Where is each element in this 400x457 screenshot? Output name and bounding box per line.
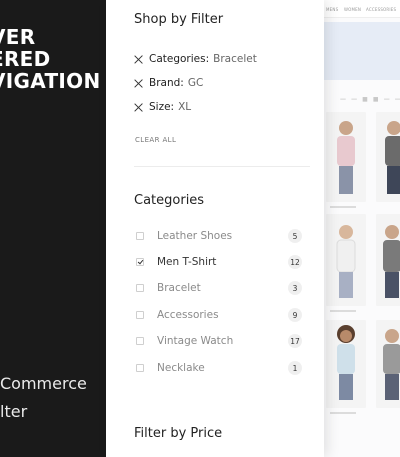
category-count-badge: 12: [288, 255, 302, 269]
product-image: [337, 121, 355, 194]
price-filter-title: Filter by Price: [134, 426, 223, 441]
promo-title-line: ERED: [0, 47, 51, 71]
category-checkbox[interactable]: [136, 311, 144, 319]
category-label: Men T-Shirt: [157, 256, 217, 268]
categories-title: Categories: [134, 193, 205, 208]
active-filter-value: Bracelet: [213, 53, 257, 65]
promo-subtitle-line: lter: [0, 402, 28, 421]
product-caption-line: [330, 310, 356, 312]
category-checkbox[interactable]: [136, 364, 144, 372]
filter-panel-title: Shop by Filter: [134, 12, 224, 27]
category-label: Bracelet: [157, 282, 201, 294]
promo-subtitle-line: Commerce: [0, 374, 87, 393]
store-section-heading: — — ■ ■ — —: [340, 96, 400, 103]
store-nav-item[interactable]: WOMEN: [344, 7, 361, 12]
category-item-necklake[interactable]: Necklake 1: [134, 360, 302, 376]
promo-title-line: VER: [0, 25, 36, 49]
category-item-bracelet[interactable]: Bracelet 3: [134, 280, 302, 296]
category-count-badge: 17: [288, 334, 302, 348]
remove-filter-icon[interactable]: [134, 79, 143, 88]
category-checkbox[interactable]: [136, 258, 144, 266]
active-filter-key: Brand:: [149, 77, 184, 89]
product-image: [385, 121, 400, 194]
category-count-badge: 5: [288, 229, 302, 243]
store-nav-item[interactable]: ACCESSORIES: [366, 7, 396, 12]
store-nav-item[interactable]: MENS: [326, 7, 338, 12]
remove-filter-icon[interactable]: [134, 55, 143, 64]
category-checkbox[interactable]: [136, 232, 144, 240]
product-image: [383, 225, 400, 298]
product-caption-line: [330, 206, 356, 208]
category-item-leather-shoes[interactable]: Leather Shoes 5: [134, 228, 302, 244]
category-checkbox[interactable]: [136, 337, 144, 345]
product-card[interactable]: [376, 320, 400, 408]
category-count-badge: 3: [288, 281, 302, 295]
category-item-vintage-watch[interactable]: Vintage Watch 17: [134, 333, 302, 349]
product-card[interactable]: [376, 214, 400, 306]
category-label: Vintage Watch: [157, 335, 234, 347]
product-image: [383, 329, 400, 400]
category-label: Leather Shoes: [157, 230, 233, 242]
promo-subtitle: Commerce lter: [0, 370, 87, 426]
product-card[interactable]: [376, 112, 400, 202]
category-label: Accessories: [157, 309, 219, 321]
category-item-accessories[interactable]: Accessories 9: [134, 307, 302, 323]
category-label: Necklake: [157, 362, 205, 374]
product-card[interactable]: [326, 214, 366, 306]
promo-title-line: VIGATION: [0, 69, 101, 93]
category-item-men-t-shirt[interactable]: Men T-Shirt 12: [134, 254, 302, 270]
product-image: [337, 325, 355, 400]
promo-banner: VER ERED VIGATION Commerce lter: [0, 0, 106, 457]
active-filter-size[interactable]: Size: XL: [134, 99, 191, 115]
product-card[interactable]: [326, 112, 366, 202]
active-filter-value: GC: [187, 77, 204, 89]
active-filter-brand[interactable]: Brand: GC: [134, 75, 203, 91]
active-filter-key: Categories:: [149, 53, 210, 65]
active-filter-value: XL: [178, 101, 192, 113]
divider: [134, 166, 310, 167]
category-count-badge: 1: [288, 361, 302, 375]
clear-all-link[interactable]: CLEAR ALL: [135, 136, 176, 144]
active-filter-categories[interactable]: Categories: Bracelet: [134, 51, 257, 67]
active-filter-key: Size:: [149, 101, 175, 113]
category-count-badge: 9: [288, 308, 302, 322]
product-image: [336, 225, 356, 298]
promo-title: VER ERED VIGATION: [0, 26, 106, 92]
product-caption-line: [330, 412, 356, 414]
remove-filter-icon[interactable]: [134, 103, 143, 112]
filter-panel: Shop by Filter Categories: Bracelet Bran…: [106, 0, 324, 457]
category-checkbox[interactable]: [136, 284, 144, 292]
product-card[interactable]: [326, 320, 366, 408]
